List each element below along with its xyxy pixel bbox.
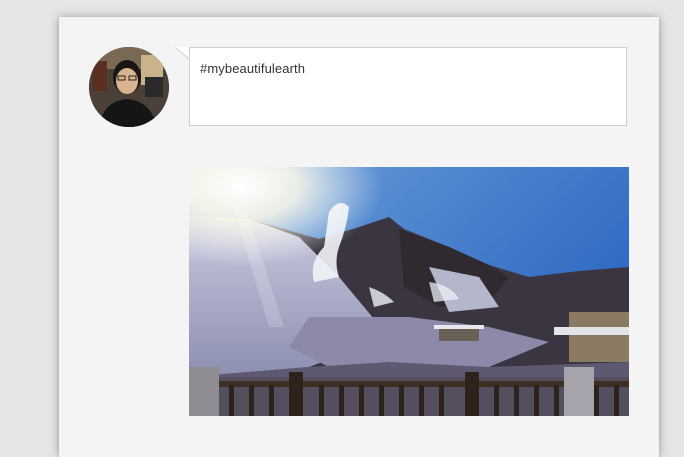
post-photo[interactable] [189,167,629,416]
user-avatar[interactable] [89,47,169,127]
post-text-bubble: #mybeautifulearth [189,47,627,126]
mountain-photo [189,167,629,416]
avatar-image [89,47,169,127]
post-text: #mybeautifulearth [200,61,306,76]
